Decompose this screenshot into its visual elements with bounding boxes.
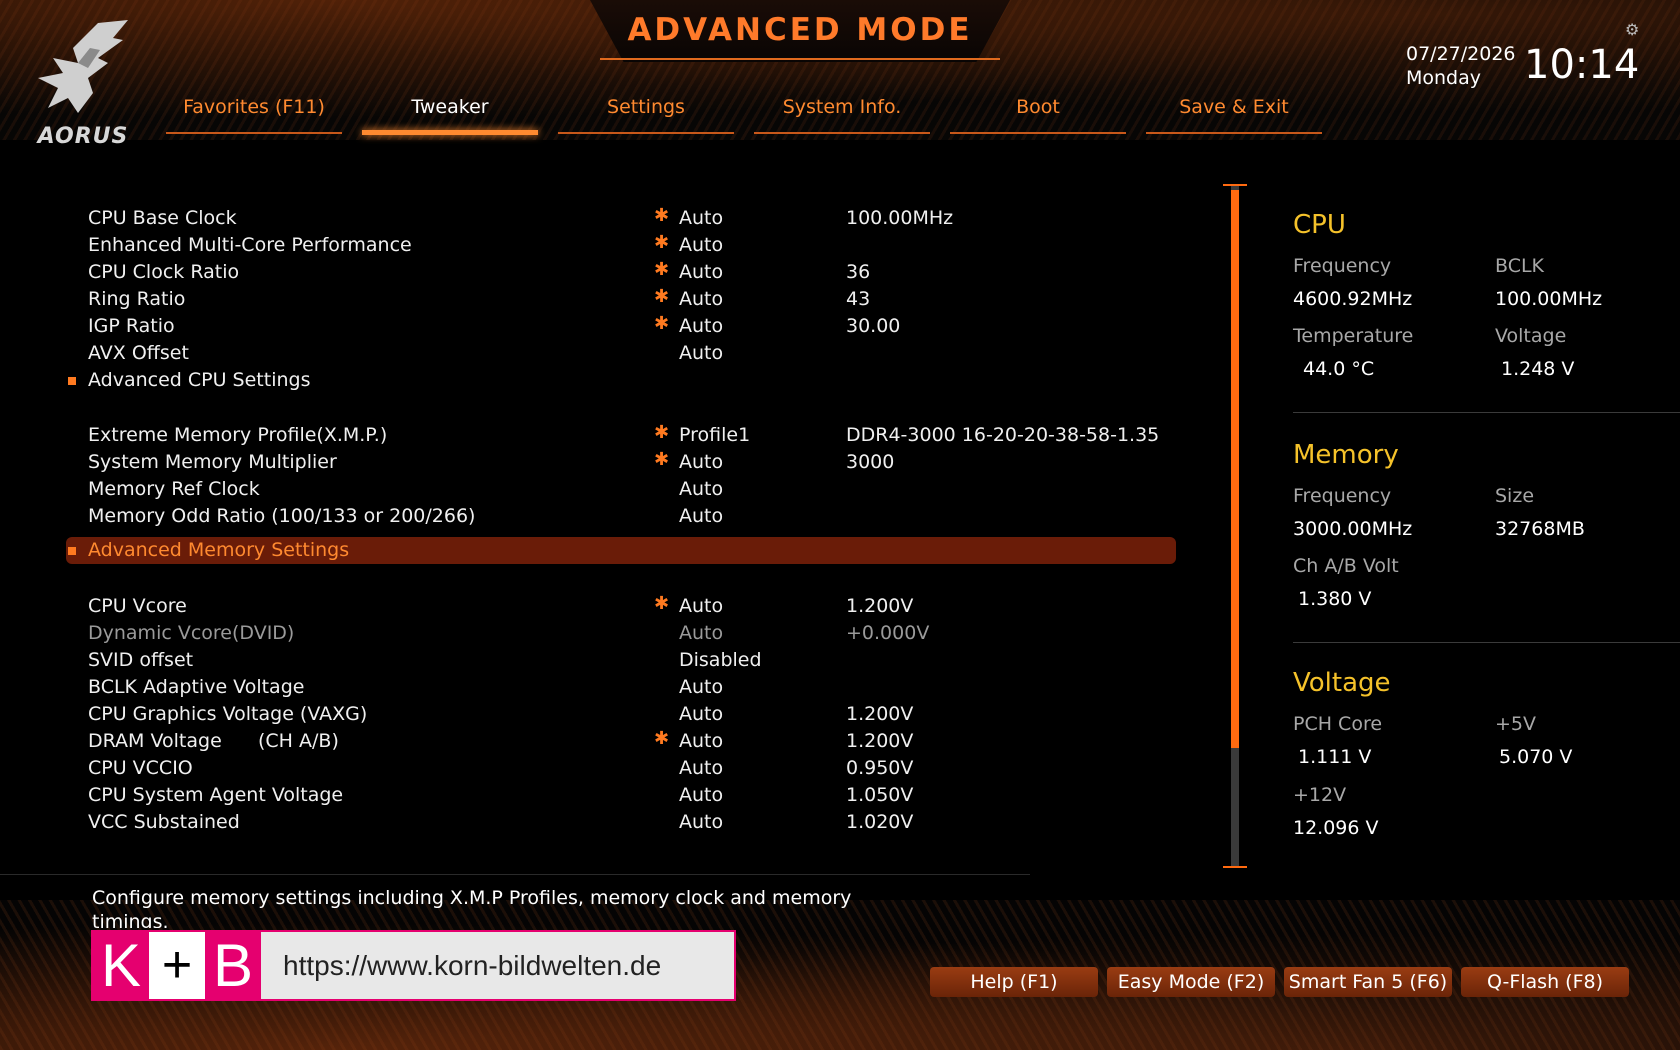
pch-core-value: 1.111 V (1298, 746, 1372, 768)
easy-mode-button[interactable]: Easy Mode (F2) (1107, 967, 1275, 997)
star-icon: ✱ (654, 205, 670, 226)
submenu-bullet-icon (68, 377, 76, 385)
setting-cpu-vccio[interactable]: CPU VCCIO Auto 0.950V (66, 755, 1176, 782)
setting-cpu-vcore[interactable]: CPU Vcore ✱ Auto 1.200V (66, 593, 1176, 620)
setting-memory-ref-clock[interactable]: Memory Ref Clock Auto (66, 476, 1176, 503)
cpu-voltage-value: 1.248 V (1501, 358, 1575, 380)
memory-ch-volt-value: 1.380 V (1298, 588, 1372, 610)
star-icon: ✱ (654, 728, 670, 749)
setting-bclk-adaptive-voltage[interactable]: BCLK Adaptive Voltage Auto (66, 674, 1176, 701)
tab-favorites[interactable]: Favorites (F11) (166, 96, 342, 134)
watermark-b: B (205, 932, 261, 999)
tab-tweaker[interactable]: Tweaker (362, 96, 538, 135)
cpu-section-title: CPU (1293, 210, 1346, 240)
watermark: K + B https://www.korn-bildwelten.de (91, 930, 736, 1001)
weekday: Monday (1406, 67, 1482, 89)
q-flash-button[interactable]: Q-Flash (F8) (1461, 967, 1629, 997)
pch-core-label: PCH Core (1293, 713, 1383, 735)
setting-cpu-clock-ratio[interactable]: CPU Clock Ratio ✱ Auto 36 (66, 259, 1176, 286)
memory-section-title: Memory (1293, 440, 1399, 470)
star-icon: ✱ (654, 259, 670, 280)
date-display: 07/27/2026 Monday (1406, 42, 1516, 90)
scrollbar-cap-bottom (1223, 866, 1247, 868)
memory-frequency-value: 3000.00MHz (1293, 518, 1413, 540)
star-icon: ✱ (654, 593, 670, 614)
watermark-url: https://www.korn-bildwelten.de (261, 932, 734, 999)
tab-settings[interactable]: Settings (558, 96, 734, 134)
plus12v-label: +12V (1293, 784, 1347, 806)
star-icon: ✱ (654, 313, 670, 334)
plus5v-value: 5.070 V (1499, 746, 1573, 768)
clock: 10:14 (1524, 42, 1640, 88)
cpu-temperature-value: 44.0 °C (1303, 358, 1375, 380)
logo-text: AORUS (37, 124, 129, 149)
submenu-advanced-memory-settings[interactable]: Advanced Memory Settings (66, 537, 1176, 564)
submenu-advanced-cpu-settings[interactable]: Advanced CPU Settings (66, 367, 1176, 394)
setting-dram-voltage[interactable]: DRAM Voltage (CH A/B) ✱ Auto 1.200V (66, 728, 1176, 755)
tab-system-info[interactable]: System Info. (754, 96, 930, 134)
setting-cpu-base-clock[interactable]: CPU Base Clock ✱ Auto 100.00MHz (66, 205, 1176, 232)
voltage-section-title: Voltage (1293, 668, 1391, 698)
smart-fan-button[interactable]: Smart Fan 5 (F6) (1284, 967, 1452, 997)
star-icon: ✱ (654, 449, 670, 470)
scrollbar-cap-top (1223, 184, 1247, 186)
setting-system-memory-multiplier[interactable]: System Memory Multiplier ✱ Auto 3000 (66, 449, 1176, 476)
setting-svid-offset[interactable]: SVID offset Disabled (66, 647, 1176, 674)
setting-enhanced-multi-core[interactable]: Enhanced Multi-Core Performance ✱ Auto (66, 232, 1176, 259)
setting-dynamic-vcore: Dynamic Vcore(DVID) Auto +0.000V (88, 622, 930, 644)
setting-avx-offset[interactable]: AVX Offset Auto (66, 340, 1176, 367)
panel-divider (1293, 642, 1680, 643)
settings-list: CPU Base Clock ✱ Auto 100.00MHz Enhanced… (0, 205, 1190, 845)
star-icon: ✱ (654, 232, 670, 253)
setting-memory-odd-ratio[interactable]: Memory Odd Ratio (100/133 or 200/266) Au… (66, 503, 1176, 530)
tab-boot[interactable]: Boot (950, 96, 1126, 134)
cpu-frequency-value: 4600.92MHz (1293, 288, 1413, 310)
memory-size-label: Size (1495, 485, 1535, 507)
plus5v-label: +5V (1495, 713, 1537, 735)
main-tabs: Favorites (F11) Tweaker Settings System … (166, 96, 1326, 136)
help-button[interactable]: Help (F1) (930, 967, 1098, 997)
cpu-temperature-label: Temperature (1293, 325, 1414, 347)
scrollbar-thumb[interactable] (1231, 190, 1239, 748)
cpu-bclk-label: BCLK (1495, 255, 1545, 277)
watermark-plus: + (161, 936, 193, 994)
date: 07/27/2026 (1406, 43, 1516, 65)
setting-cpu-graphics-voltage[interactable]: CPU Graphics Voltage (VAXG) Auto 1.200V (66, 701, 1176, 728)
cpu-bclk-value: 100.00MHz (1495, 288, 1603, 310)
star-icon: ✱ (654, 286, 670, 307)
panel-divider (1293, 412, 1680, 413)
watermark-k: K (93, 932, 149, 999)
setting-xmp-profile[interactable]: Extreme Memory Profile(X.M.P.) ✱ Profile… (66, 422, 1176, 449)
cpu-voltage-label: Voltage (1495, 325, 1567, 347)
gear-icon[interactable]: ⚙ (1625, 20, 1639, 39)
memory-ch-volt-label: Ch A/B Volt (1293, 555, 1399, 577)
tab-save-exit[interactable]: Save & Exit (1146, 96, 1322, 134)
plus12v-value: 12.096 V (1293, 817, 1379, 839)
page-title: ADVANCED MODE (627, 12, 973, 48)
memory-size-value: 32768MB (1495, 518, 1585, 540)
help-description: Configure memory settings including X.M.… (92, 887, 852, 928)
star-icon: ✱ (654, 422, 670, 443)
setting-cpu-system-agent-voltage[interactable]: CPU System Agent Voltage Auto 1.050V (66, 782, 1176, 809)
memory-frequency-label: Frequency (1293, 485, 1392, 507)
setting-vcc-substained[interactable]: VCC Substained Auto 1.020V (66, 809, 1176, 836)
setting-igp-ratio[interactable]: IGP Ratio ✱ Auto 30.00 (66, 313, 1176, 340)
setting-ring-ratio[interactable]: Ring Ratio ✱ Auto 43 (66, 286, 1176, 313)
title-underline (600, 58, 1000, 60)
submenu-bullet-icon (68, 547, 76, 555)
description-divider (0, 874, 1030, 875)
cpu-frequency-label: Frequency (1293, 255, 1392, 277)
